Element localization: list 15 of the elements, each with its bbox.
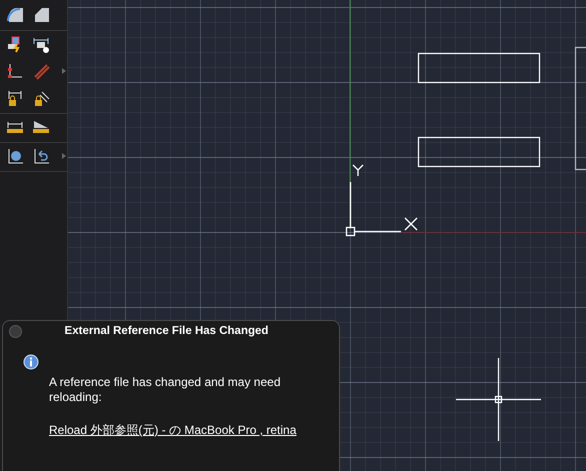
ruler-angle-icon[interactable] [32,118,50,136]
lock-dimension-icon[interactable] [6,89,24,107]
undo-axis-icon[interactable] [32,147,50,165]
aligned-line-icon[interactable] [32,62,50,80]
reload-link[interactable]: Reload 外部参照(元) - の MacBook Pro , retina [49,422,296,439]
dimension-edit-icon[interactable] [32,35,50,53]
ordinate-dimension-icon[interactable] [6,62,24,80]
dialog-title: External Reference File Has Changed [64,325,270,337]
chamfer-tool-icon[interactable] [32,6,50,24]
info-icon [23,354,39,370]
lock-aligned-icon[interactable] [32,89,50,107]
dialog-message: A reference file has changed and may need reloading: [49,375,282,405]
crosshair-cursor-icon [456,358,541,441]
fillet-tool-icon[interactable] [6,6,24,24]
globe-axis-icon[interactable] [6,147,24,165]
